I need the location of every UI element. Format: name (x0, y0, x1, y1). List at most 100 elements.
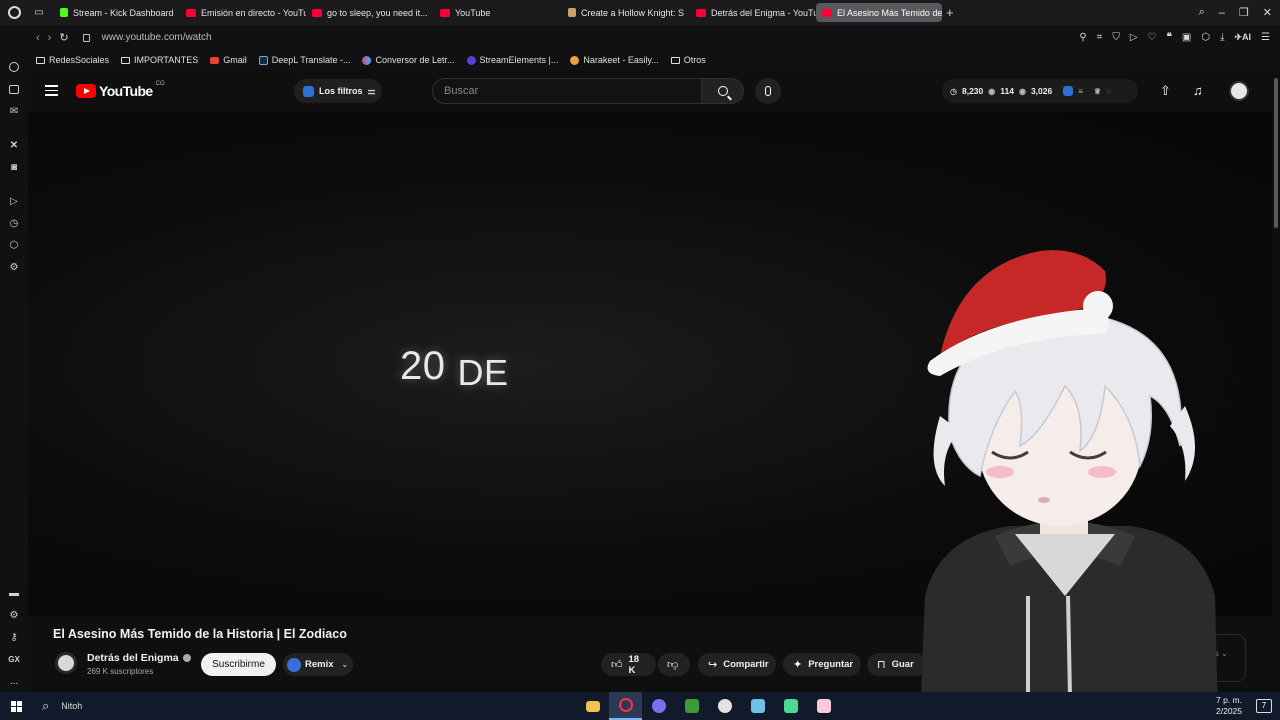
filters-button[interactable]: Los filtros ⚌ (294, 79, 382, 103)
forward-button[interactable]: › (48, 32, 52, 44)
bookmark-redessociales[interactable]: RedesSociales (28, 55, 115, 65)
youtube-logo[interactable]: YouTube CO (76, 81, 165, 99)
bookmark-pin-icon[interactable]: ⚲ (1079, 32, 1086, 43)
thumbs-down-icon: 👎︎ (667, 659, 679, 671)
restore-button[interactable]: ❐ (1239, 6, 1249, 19)
bookmark-importantes[interactable]: IMPORTANTES (115, 55, 204, 65)
quotes-extension-icon[interactable]: ❝ (1166, 32, 1171, 43)
tab-go-to-sleep[interactable]: go to sleep, you need it... (306, 3, 434, 22)
opera-logo-icon[interactable] (0, 0, 28, 25)
tab-detras-del-enigma[interactable]: Detrás del Enigma - YouTu (690, 3, 816, 22)
channel-name-link[interactable]: Detrás del Enigma (87, 652, 191, 664)
tab-hollow-knight[interactable]: Create a Hollow Knight: S (562, 3, 690, 22)
ask-button[interactable]: ✦ Preguntar (783, 653, 861, 676)
like-button[interactable]: 👍︎ 18 K (601, 653, 656, 676)
youtube-masthead: YouTube CO Los filtros ⚌ Buscar ◷ 8,230 … (28, 70, 1272, 112)
gx-control-icon[interactable]: ⚙ (0, 604, 28, 626)
gx-corner-icon[interactable]: GX (0, 648, 28, 670)
tab-youtube-live[interactable]: Emisión en directo - YouTu (180, 3, 306, 22)
remix-label: Remix (305, 659, 334, 670)
close-window-button[interactable]: ✕ (1263, 6, 1272, 19)
adblock-shield-icon[interactable]: ⛉ (1112, 32, 1120, 43)
video-overlay-text: 20 DE (400, 344, 509, 393)
upload-icon[interactable]: ⇧ (1160, 83, 1171, 99)
bookmark-label: RedesSociales (49, 55, 110, 65)
reload-button[interactable]: ↻ (59, 31, 68, 44)
taskbar-search[interactable]: ⌕ Nitoh (32, 698, 82, 714)
notifications-bell-icon[interactable]: ♫ (1193, 83, 1203, 98)
discord-taskbar-icon[interactable] (642, 692, 675, 720)
scrollbar-thumb[interactable] (1274, 78, 1278, 228)
taskbar-apps (576, 692, 840, 720)
minimize-button[interactable]: – (1219, 7, 1225, 19)
streamlabs-icon[interactable] (741, 692, 774, 720)
bookmark-label: Otros (683, 55, 706, 65)
back-button[interactable]: ‹ (36, 32, 40, 44)
extension-icon[interactable] (1063, 86, 1074, 96)
lock-icon[interactable] (82, 33, 90, 42)
download-icon[interactable]: ⤓ (1220, 32, 1224, 43)
trophy-icon[interactable]: ♕ (1094, 87, 1101, 96)
history-icon[interactable]: ◷ (0, 212, 28, 234)
player-sidebar-icon[interactable]: ▷ (0, 190, 28, 212)
chevron-down-icon[interactable]: ⌄ (342, 660, 349, 669)
vtube-studio-icon[interactable] (807, 692, 840, 720)
bookmark-label: Conversor de Letr... (375, 55, 455, 65)
url-field[interactable]: www.youtube.com/watch (102, 32, 212, 43)
x-twitter-icon[interactable]: ✕ (0, 134, 28, 156)
obs-icon[interactable] (708, 692, 741, 720)
bookmark-streamelements[interactable]: StreamElements |... (461, 55, 565, 65)
share-button[interactable]: ↪ Compartir (698, 653, 776, 676)
chat-app-icon[interactable] (774, 692, 807, 720)
list-icon[interactable]: ≡ (1078, 87, 1083, 96)
tab-kick-dashboard[interactable]: Stream - Kick Dashboard (54, 3, 180, 22)
voice-search-button[interactable] (755, 78, 781, 104)
user-avatar[interactable] (1229, 81, 1249, 101)
windows-start-icon[interactable] (0, 700, 32, 712)
hardware-icon[interactable]: ▬ (0, 582, 28, 604)
bookmark-gmail[interactable]: Gmail (204, 55, 253, 65)
snapshot-icon[interactable]: ⌗ (1097, 32, 1103, 43)
extensions-sidebar-icon[interactable]: ⬡ (0, 234, 28, 256)
menu-icon[interactable]: ☰ (1261, 32, 1270, 43)
search-button[interactable] (702, 78, 744, 104)
heart-icon[interactable]: ♡ (1148, 32, 1157, 43)
tab-menu-icon[interactable]: ▭ (28, 7, 50, 18)
taskbar-clock[interactable]: 7 p. m. 2/2025 (1216, 695, 1242, 717)
new-tab-button[interactable]: + (946, 5, 954, 20)
remix-button[interactable]: Remix ⌄ (283, 653, 353, 676)
youtube-favicon-icon (186, 8, 196, 17)
stat-other: 3,026 (1030, 86, 1053, 96)
mail-sidebar-icon[interactable]: ✉ (0, 100, 28, 122)
more-sidebar-icon[interactable]: ... (0, 670, 28, 692)
tab-el-asesino-active[interactable]: El Asesino Más Temido de (816, 3, 942, 22)
aria-ai-icon[interactable]: ✈AI (1234, 32, 1251, 43)
settings-icon[interactable]: ⚙ (0, 256, 28, 278)
discord-icon[interactable]: ◙ (0, 156, 28, 178)
dislike-button[interactable]: 👎︎ (658, 653, 690, 676)
stats-widget[interactable]: ◷ 8,230 ◉ 114 ◉ 3,026 ≡ ♕ ◌ (942, 79, 1138, 103)
bookmark-otros[interactable]: Otros (665, 55, 712, 65)
channel-avatar[interactable] (55, 652, 77, 674)
bookmark-narakeet[interactable]: Narakeet - Easily... (564, 55, 664, 65)
page-scrollbar[interactable] (1272, 70, 1280, 692)
aria-sidebar-icon[interactable] (0, 56, 28, 78)
overlay-word: DE (457, 352, 509, 393)
pinboard-icon[interactable] (0, 78, 28, 100)
bookmark-deepl[interactable]: DeepL Translate -... (253, 55, 357, 65)
easy-setup-icon[interactable]: ▣ (1182, 32, 1191, 43)
player-icon[interactable]: ▷ (1130, 32, 1138, 43)
file-explorer-icon[interactable] (576, 692, 609, 720)
notification-center-icon[interactable]: 7 (1256, 699, 1272, 713)
extensions-icon[interactable]: ⬡ (1201, 32, 1210, 43)
opera-gx-taskbar-icon[interactable] (609, 692, 642, 720)
subscribe-button[interactable]: Suscribirme (201, 653, 276, 676)
mixer-icon[interactable]: ⚷ (0, 626, 28, 648)
search-input[interactable]: Buscar (432, 78, 702, 104)
tab-youtube[interactable]: YouTube (434, 3, 562, 22)
search-tabs-icon[interactable]: ⌕ (1199, 6, 1205, 19)
bookmark-conversor[interactable]: Conversor de Letr... (356, 55, 460, 65)
guide-menu-icon[interactable] (45, 85, 58, 96)
chat-icon[interactable]: ◌ (1106, 87, 1111, 96)
minecraft-icon[interactable] (675, 692, 708, 720)
